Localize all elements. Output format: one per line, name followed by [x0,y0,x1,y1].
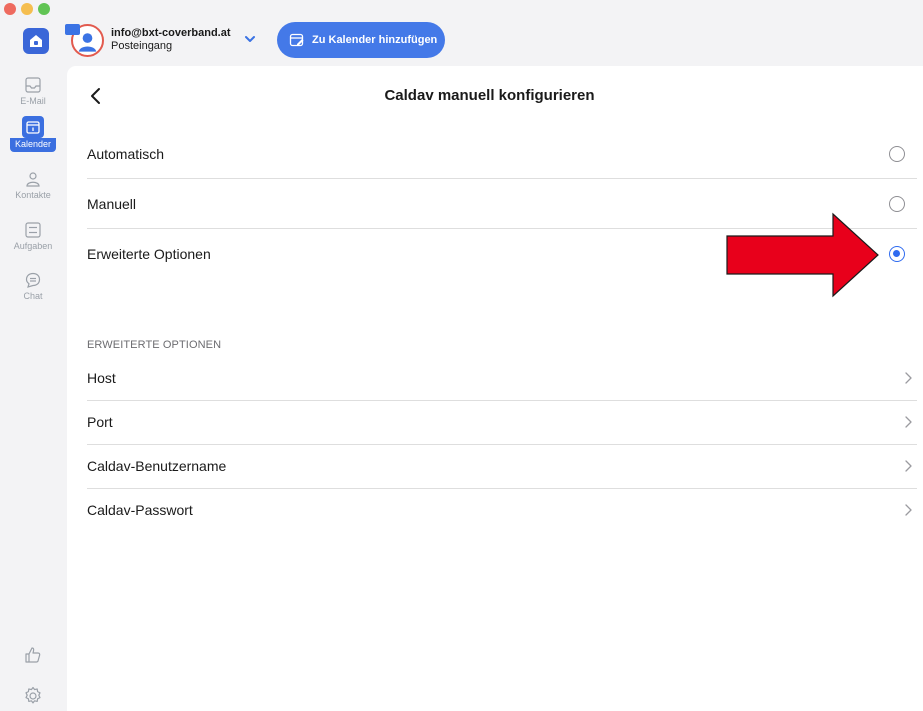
field-row-password[interactable]: Caldav-Passwort [87,488,917,532]
field-label: Caldav-Passwort [87,502,193,518]
contacts-icon [26,172,40,187]
field-row-username[interactable]: Caldav-Benutzername [87,444,917,488]
field-row-port[interactable]: Port [87,400,917,444]
field-label: Caldav-Benutzername [87,458,227,474]
zoom-window-button[interactable] [38,3,50,15]
account-email: info@bxt-coverband.at [111,27,231,39]
add-to-calendar-label: Zu Kalender hinzufügen [312,34,438,46]
sidebar-item-label: Kontakte [15,190,51,200]
chevron-right-icon [905,372,912,384]
radio-advanced[interactable] [889,246,905,262]
calendar-edit-icon [289,33,304,47]
sidebar-item-chat[interactable]: Chat [7,271,59,315]
radio-automatic[interactable] [889,146,905,162]
tasks-icon [25,222,41,238]
app-logo-icon[interactable] [23,28,49,54]
sidebar-item-contacts[interactable]: Kontakte [7,170,59,214]
thumbs-up-icon[interactable] [22,644,44,666]
chevron-right-icon [905,416,912,428]
main-panel: Caldav manuell konfigurieren Automatisch… [67,66,923,711]
chat-icon [25,272,41,288]
account-switcher[interactable]: info@bxt-coverband.at Posteingang [111,27,231,53]
top-bar: info@bxt-coverband.at Posteingang Zu Kal… [0,0,923,66]
sidebar-item-label: Kalender [10,138,56,152]
sidebar-item-calendar[interactable]: Kalender [7,116,59,160]
sidebar-item-label: Aufgaben [13,241,53,251]
account-folder: Posteingang [111,40,173,52]
option-label: Automatisch [87,146,165,162]
sidebar: E-Mail Kalender Kontakte Aufgaben Chat [0,66,66,711]
sidebar-item-label: Chat [23,291,43,301]
field-label: Host [87,370,116,386]
window-controls [4,3,50,15]
radio-manual[interactable] [889,196,905,212]
option-row-automatic[interactable]: Automatisch [87,129,917,179]
page-title: Caldav manuell konfigurieren [384,87,595,104]
settings-gear-icon[interactable] [22,685,44,707]
field-row-host[interactable]: Host [87,356,917,400]
sidebar-item-tasks[interactable]: Aufgaben [7,221,59,265]
chevron-right-icon [905,460,912,472]
mail-badge-icon [65,24,80,35]
option-label: Manuell [87,196,137,212]
sidebar-item-label: E-Mail [20,96,46,106]
annotation-arrow-icon [726,212,879,298]
sidebar-item-email[interactable]: E-Mail [7,76,59,120]
add-to-calendar-button[interactable]: Zu Kalender hinzufügen [277,22,445,58]
chevron-down-icon[interactable] [243,32,257,46]
inbox-icon [25,77,41,93]
close-window-button[interactable] [4,3,16,15]
section-header: ERWEITERTE OPTIONEN [87,339,222,351]
calendar-icon [22,116,44,138]
app-window: info@bxt-coverband.at Posteingang Zu Kal… [0,0,923,711]
minimize-window-button[interactable] [21,3,33,15]
field-label: Port [87,414,113,430]
chevron-right-icon [905,504,912,516]
